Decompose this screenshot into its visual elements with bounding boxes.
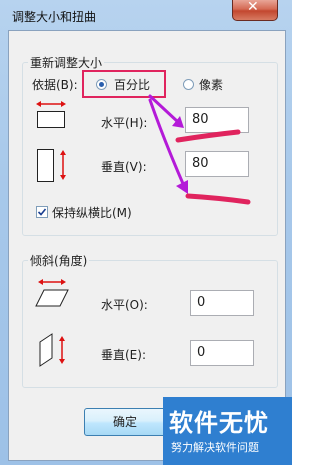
annotation-underline-1 bbox=[175, 129, 241, 143]
annotation-overlay bbox=[148, 94, 251, 205]
watermark-title: 软件无忧 bbox=[169, 409, 269, 437]
watermark-badge: 软件无忧 努力解决软件问题 bbox=[163, 397, 292, 465]
watermark-subtitle: 努力解决软件问题 bbox=[171, 441, 259, 454]
annotation-underline-2 bbox=[185, 193, 251, 205]
